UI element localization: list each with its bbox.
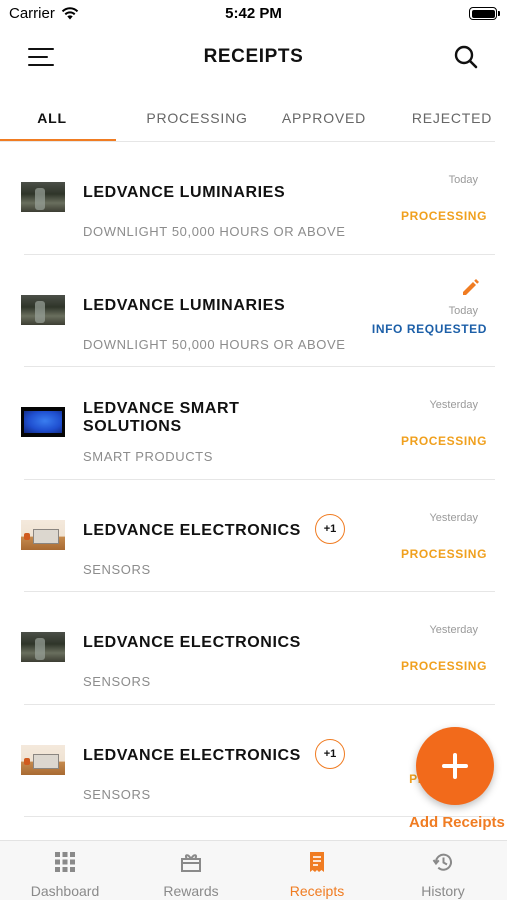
receipt-row[interactable]: LEDVANCE LUMINARIES DOWNLIGHT 50,000 HOU…	[0, 142, 507, 255]
page-title: RECEIPTS	[203, 46, 304, 67]
receipt-date: Yesterday	[429, 624, 478, 636]
status-time: 5:42 PM	[225, 5, 282, 22]
receipt-row[interactable]: LEDVANCE ELECTRONICS +1 SENSORS Yesterda…	[0, 480, 507, 592]
receipt-thumbnail	[21, 632, 65, 662]
nav-label: Receipts	[289, 883, 345, 899]
receipt-category: DOWNLIGHT 50,000 HOURS OR ABOVE	[83, 224, 346, 239]
tab-processing[interactable]: PROCESSING	[140, 95, 254, 141]
receipt-thumbnail	[21, 182, 65, 212]
search-icon[interactable]	[453, 44, 479, 70]
receipt-category: SENSORS	[83, 674, 151, 689]
receipt-company: LEDVANCE LUMINARIES	[83, 296, 286, 314]
tab-approved[interactable]: APPROVED	[276, 95, 372, 141]
tab-all[interactable]: ALL	[0, 95, 104, 141]
gift-icon	[181, 854, 201, 872]
receipt-company-line2: SOLUTIONS	[83, 418, 182, 435]
receipt-company: LEDVANCE ELECTRONICS	[83, 521, 301, 539]
receipt-status: PROCESSING	[400, 434, 487, 448]
pencil-icon[interactable]	[461, 277, 481, 297]
receipt-thumbnail	[21, 294, 65, 325]
add-receipt-button[interactable]	[416, 727, 494, 805]
app-header: RECEIPTS	[0, 30, 507, 86]
receipt-list: LEDVANCE LUMINARIES DOWNLIGHT 50,000 HOU…	[0, 142, 507, 817]
nav-receipts[interactable]: Receipts	[254, 841, 380, 900]
receipt-category: SENSORS	[83, 561, 151, 577]
nav-label: Dashboard	[30, 883, 100, 899]
receipt-date: Yesterday	[429, 511, 478, 524]
receipt-status-tabs: ALL PROCESSING APPROVED REJECTED	[0, 95, 507, 142]
status-bar: Carrier 5:42 PM	[0, 0, 507, 30]
receipt-row[interactable]: LEDVANCE SMART SOLUTIONS SMART PRODUCTS …	[0, 367, 507, 480]
nav-label: History	[421, 883, 465, 899]
receipt-status: PROCESSING	[400, 659, 487, 673]
nav-dashboard[interactable]: Dashboard	[2, 841, 128, 900]
nav-history[interactable]: History	[380, 841, 506, 900]
receipt-thumbnail	[21, 407, 65, 437]
receipt-category: DOWNLIGHT 50,000 HOURS OR ABOVE	[83, 336, 346, 352]
extra-items-badge: +1	[315, 738, 345, 769]
add-receipts-label[interactable]: Add Receipts	[409, 814, 505, 831]
receipt-date: Today	[448, 304, 478, 317]
receipt-status: INFO REQUESTED	[371, 321, 487, 336]
receipt-thumbnail	[21, 744, 65, 775]
receipt-row[interactable]: LEDVANCE ELECTRONICS SENSORS Yesterday P…	[0, 592, 507, 705]
bottom-navigation: Dashboard Rewards Receipts History	[0, 840, 507, 900]
receipt-date: Yesterday	[429, 399, 478, 411]
nav-rewards[interactable]: Rewards	[128, 841, 254, 900]
receipt-company: LEDVANCE ELECTRONICS	[83, 634, 301, 651]
receipt-status: PROCESSING	[400, 209, 487, 223]
receipt-company: LEDVANCE SMART SOLUTIONS	[83, 400, 240, 436]
receipt-icon	[310, 852, 324, 872]
receipt-category: SMART PRODUCTS	[83, 449, 213, 464]
receipt-category: SENSORS	[83, 786, 151, 802]
extra-items-badge: +1	[315, 513, 345, 544]
receipt-row[interactable]: LEDVANCE LUMINARIES DOWNLIGHT 50,000 HOU…	[0, 255, 507, 367]
tab-rejected[interactable]: REJECTED	[405, 95, 499, 141]
receipt-company: LEDVANCE ELECTRONICS	[83, 746, 301, 764]
battery-icon	[469, 7, 500, 20]
nav-label: Rewards	[163, 883, 219, 899]
receipt-status: PROCESSING	[400, 546, 487, 561]
grid-icon	[55, 852, 75, 872]
receipt-company-line1: LEDVANCE SMART	[83, 400, 240, 417]
history-icon	[432, 853, 452, 871]
receipt-date: Today	[448, 174, 478, 186]
receipt-thumbnail	[21, 519, 65, 550]
receipt-company: LEDVANCE LUMINARIES	[83, 184, 286, 201]
